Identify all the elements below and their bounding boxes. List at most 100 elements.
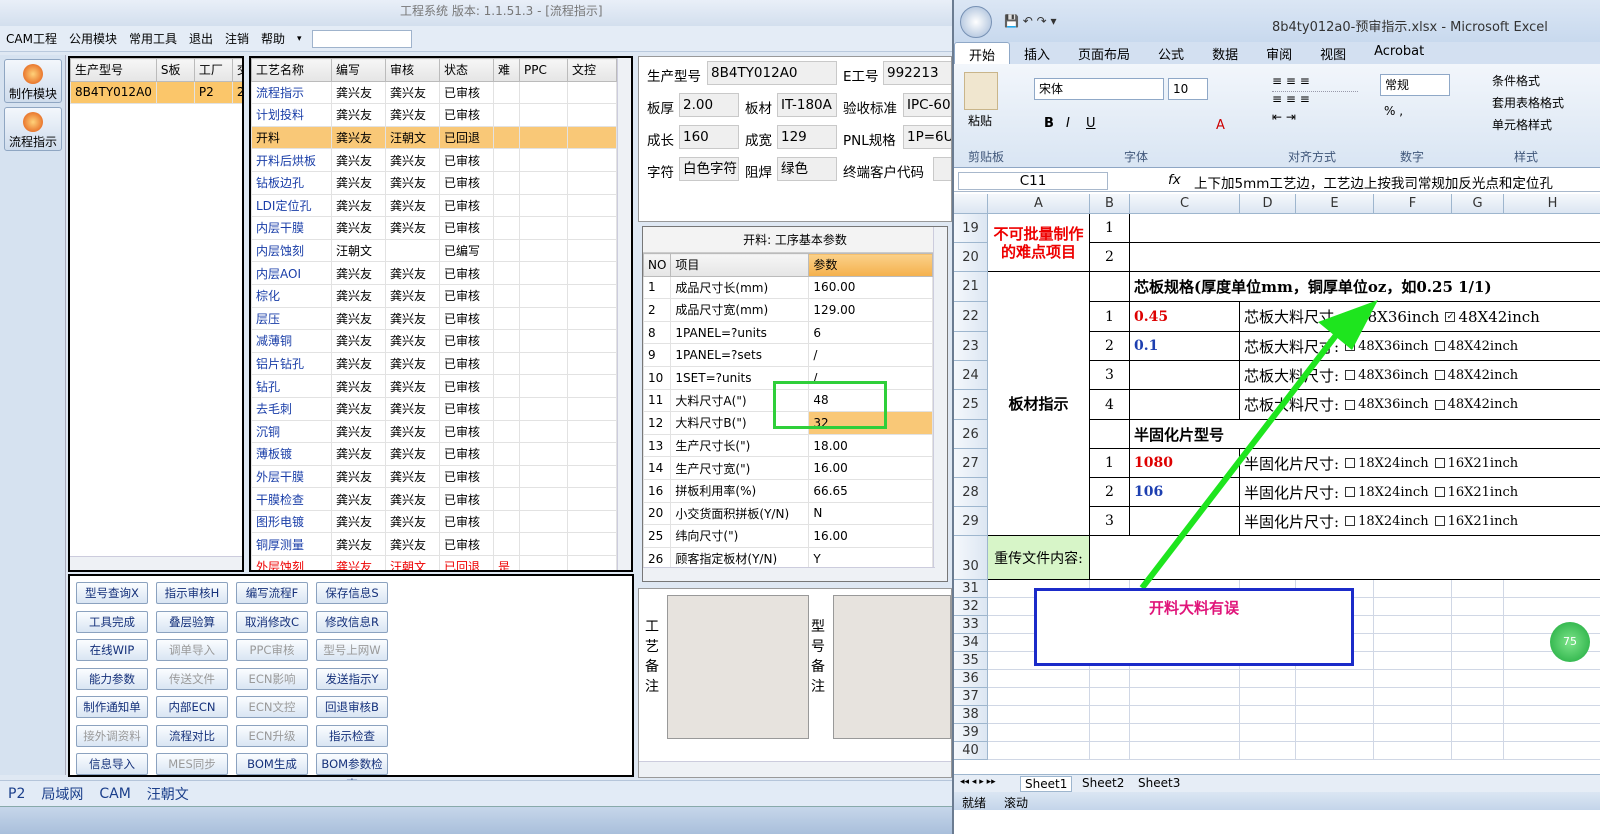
process-row[interactable]: 计划投料 龚兴友 龚兴友 已审核 — [251, 103, 617, 127]
cam-action-button[interactable]: BOM生成 — [236, 753, 308, 775]
underline-icon[interactable]: U — [1086, 116, 1096, 131]
office-button-icon[interactable] — [960, 6, 992, 38]
ribbon-tab[interactable]: 公式 — [1144, 42, 1198, 64]
cam-action-button[interactable]: 传送文件 — [156, 667, 228, 690]
pp-size-checkbox[interactable] — [1345, 458, 1356, 468]
menu-combo-box[interactable] — [311, 29, 412, 48]
ribbon-tab[interactable]: 数据 — [1198, 42, 1252, 64]
cam-action-button[interactable]: 型号上网W — [316, 639, 388, 661]
row-header[interactable]: 21 — [954, 272, 988, 302]
col-doc-control[interactable]: 文控 — [567, 58, 617, 82]
row-header[interactable]: 34 — [954, 634, 988, 652]
cam-action-button[interactable]: 回退审核B — [316, 696, 388, 718]
row-header[interactable]: 23 — [954, 332, 988, 361]
ribbon-tab[interactable]: 审阅 — [1252, 42, 1306, 64]
table-style-button[interactable]: 套用表格格式 — [1492, 94, 1564, 111]
cam-action-button[interactable]: 接外调资料 — [76, 724, 148, 747]
notes-hscroll[interactable] — [639, 761, 951, 777]
col-ppc[interactable]: PPC — [519, 58, 568, 82]
column-header[interactable]: F — [1374, 194, 1452, 214]
core-size-checkbox[interactable] — [1345, 341, 1356, 351]
column-header[interactable]: B — [1090, 194, 1130, 214]
process-row[interactable]: 钻孔 龚兴友 龚兴友 已审核 — [251, 374, 617, 398]
column-header[interactable]: E — [1296, 194, 1374, 214]
menu-logout[interactable]: 注销 — [219, 30, 255, 47]
conditional-format-button[interactable]: 条件格式 — [1492, 72, 1540, 89]
cam-action-button[interactable]: MES同步 — [156, 753, 228, 775]
process-note-box[interactable] — [667, 595, 809, 739]
row-header[interactable]: 26 — [954, 420, 988, 449]
make-module-button[interactable]: 制作模块 — [4, 59, 62, 103]
param-row[interactable]: 9 1PANEL=?sets / — [643, 343, 933, 367]
select-all-header[interactable] — [954, 194, 988, 214]
cam-action-button[interactable]: 信息导入 — [76, 753, 148, 775]
row-header[interactable]: 22 — [954, 302, 988, 332]
row-header[interactable]: 30 — [954, 536, 988, 580]
param-row[interactable]: 8 1PANEL=?units 6 — [643, 320, 933, 345]
formula-input[interactable]: 上下加5mm工艺边，工艺边上按我司常规加反光点和定位孔 — [1194, 172, 1600, 190]
core-size-checkbox[interactable]: ✓ — [1345, 311, 1356, 322]
cam-action-button[interactable]: 取消修改C — [236, 610, 308, 633]
cam-action-button[interactable]: 叠层验算 — [156, 610, 228, 633]
cam-action-button[interactable]: PPC审核 — [236, 639, 308, 661]
params-hscroll[interactable] — [643, 567, 935, 581]
cam-action-button[interactable]: 调单导入 — [156, 639, 228, 661]
row-header[interactable]: 19 — [954, 214, 988, 243]
paste-icon[interactable] — [964, 72, 998, 110]
col-prod-code[interactable]: 生产型号 — [70, 58, 157, 82]
name-box[interactable]: C11 — [958, 172, 1108, 190]
param-row[interactable]: 13 生产尺寸长(") 18.00 — [643, 433, 933, 458]
core-size-checkbox[interactable]: ✓ — [1445, 311, 1456, 322]
ribbon-tab[interactable]: Acrobat — [1360, 42, 1438, 64]
cam-action-button[interactable]: 内部ECN — [156, 696, 228, 718]
e-field[interactable]: 992213 — [883, 61, 951, 85]
sheet-tab-1[interactable]: Sheet1 — [1020, 776, 1073, 792]
mat-field[interactable]: IT-180A — [777, 93, 837, 117]
process-row[interactable]: 钻板边孔 龚兴友 龚兴友 已审核 — [251, 170, 617, 195]
core-spec-header[interactable]: 芯板规格(厚度单位mm，铜厚单位oz，如0.25 1/1) — [1130, 272, 1600, 302]
col-s-board[interactable]: S板 — [155, 58, 195, 82]
row-header[interactable]: 32 — [954, 598, 988, 616]
column-header[interactable]: D — [1240, 194, 1296, 214]
row-header[interactable]: 24 — [954, 361, 988, 390]
cam-action-button[interactable]: 制作通知单 — [76, 696, 148, 718]
cam-action-button[interactable]: 指示审核H — [156, 582, 228, 604]
pnl-field[interactable]: 1P=6U — [903, 125, 951, 149]
cam-action-button[interactable]: ECN升级 — [236, 724, 308, 747]
product-row[interactable]: 8B4TY012A0 P220 — [70, 80, 242, 105]
process-row[interactable]: 铜厚测量 龚兴友 龚兴友 已审核 — [251, 532, 617, 557]
process-row[interactable]: 棕化 龚兴友 龚兴友 已审核 — [251, 283, 617, 308]
col-reviewer[interactable]: 审核 — [385, 58, 440, 82]
cam-action-button[interactable]: ECN文控 — [236, 696, 308, 718]
col-delivery[interactable]: 交 — [231, 58, 242, 82]
paste-label[interactable]: 粘贴 — [968, 112, 992, 129]
process-row[interactable]: 图形电镀 龚兴友 龚兴友 已审核 — [251, 509, 617, 534]
percent-icon[interactable]: % , — [1384, 104, 1403, 118]
cam-action-button[interactable]: 指示检查 — [316, 724, 388, 747]
param-row[interactable]: 14 生产尺寸宽(") 16.00 — [643, 456, 933, 480]
row-header[interactable]: 37 — [954, 688, 988, 706]
core-size-checkbox[interactable] — [1434, 370, 1445, 380]
font-color-icon[interactable]: A — [1216, 118, 1225, 133]
bold-icon[interactable]: B — [1044, 116, 1054, 131]
model-note-box[interactable] — [833, 595, 951, 739]
ribbon-tab[interactable]: 页面布局 — [1064, 42, 1144, 64]
sheet-tab-2[interactable]: Sheet2 — [1078, 776, 1128, 790]
row-header[interactable]: 25 — [954, 390, 988, 420]
process-row[interactable]: 去毛刺 龚兴友 龚兴友 已审核 — [251, 396, 617, 421]
flow-guide-button[interactable]: 流程指示 — [4, 107, 62, 151]
cam-action-button[interactable]: 编写流程F — [236, 582, 308, 604]
pp-header[interactable]: 半固化片型号 — [1130, 420, 1600, 449]
prod-hscroll[interactable] — [70, 556, 242, 570]
process-vscroll[interactable] — [617, 58, 631, 570]
font-name-combo[interactable]: 宋体 — [1034, 78, 1164, 100]
process-row[interactable]: 内层蚀刻 汪朝文 已编写 — [251, 238, 617, 263]
col-process-name[interactable]: 工艺名称 — [251, 58, 332, 82]
process-row[interactable]: 干膜检查 龚兴友 龚兴友 已审核 — [251, 487, 617, 511]
row-header[interactable]: 28 — [954, 478, 988, 507]
params-vscroll[interactable] — [933, 227, 947, 581]
italic-icon[interactable]: I — [1066, 116, 1070, 131]
process-row[interactable]: 层压 龚兴友 龚兴友 已审核 — [251, 306, 617, 331]
param-row[interactable]: 20 小交货面积拼板(Y/N) N — [643, 501, 933, 526]
char-field[interactable]: 白色字符 — [679, 157, 739, 181]
